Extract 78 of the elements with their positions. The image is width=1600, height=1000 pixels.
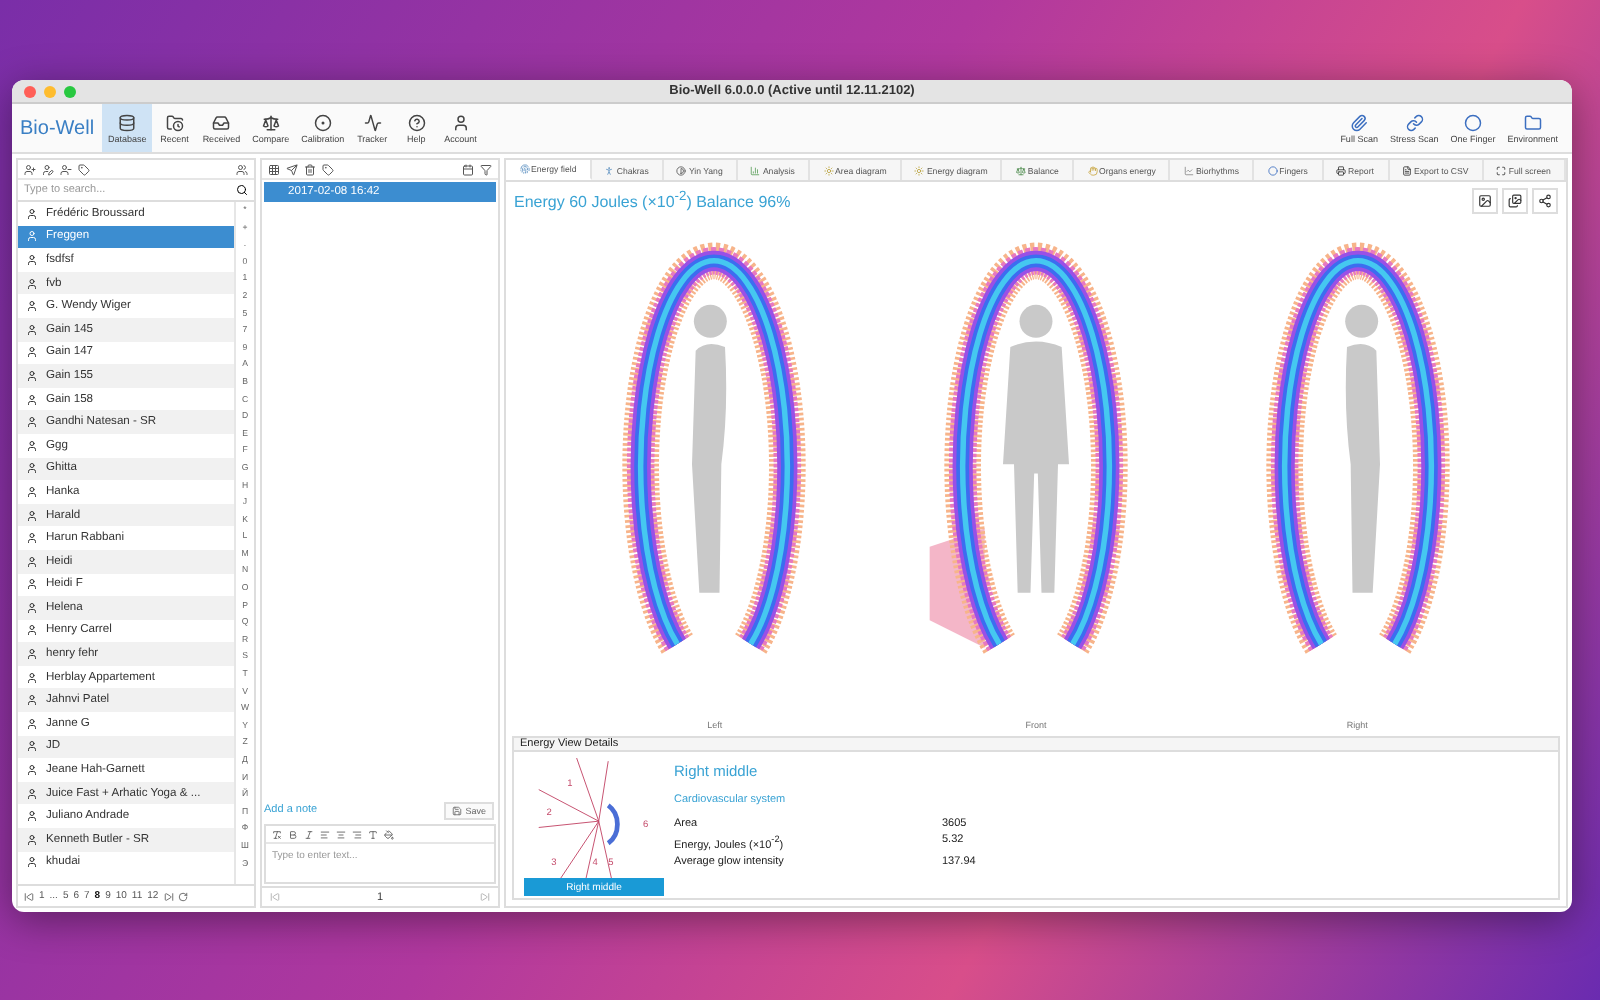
image-button[interactable] [1472,187,1498,213]
person-icon [26,810,38,823]
person-icon [26,787,38,800]
analysis-icon [750,165,761,175]
recent-icon [165,113,184,131]
person-icon [26,555,38,568]
search-icon [236,184,248,196]
person-icon [26,207,38,220]
last-page-icon[interactable] [163,891,174,901]
grid-icon[interactable] [268,163,280,175]
person-icon [26,624,38,637]
person-icon [26,671,38,684]
ring-icon [1267,165,1278,175]
share-icon [1538,193,1552,207]
calendar-icon[interactable] [462,163,474,175]
folder-icon [1523,113,1542,131]
filter-icon[interactable] [480,163,492,175]
floppy-icon [451,805,462,815]
refresh-icon[interactable] [178,891,189,901]
sun-icon [823,165,834,175]
print-icon [1336,165,1347,175]
tag-icon[interactable] [78,163,90,175]
tag-icon[interactable] [322,163,334,175]
images-button[interactable] [1502,187,1528,213]
person-icon [26,346,38,359]
send-icon[interactable] [286,163,298,175]
remove-user-icon[interactable] [60,163,72,175]
person-icon [26,439,38,452]
person-icon [26,601,38,614]
person-icon [26,764,38,777]
person-icon [26,416,38,429]
person-icon [26,369,38,382]
clear-format-icon[interactable] [272,829,282,839]
person-icon [26,856,38,869]
balance-icon [1015,165,1026,175]
logo: Bio-Well [20,117,95,139]
person-icon [26,277,38,290]
person-icon [26,230,38,243]
sun-icon [914,165,925,175]
person-icon [26,393,38,406]
database-icon [118,113,137,131]
person-icon [26,509,38,522]
share-button[interactable] [1532,187,1558,213]
image-icon [1478,193,1492,207]
fill-color-icon[interactable] [384,829,394,839]
hand-icon [1087,165,1097,175]
trash-icon[interactable] [304,163,316,175]
energy-heading: Energy 60 Joules (×10$^{-2}$) Balance 96% [514,189,791,211]
chakras-icon [604,165,615,175]
person-icon [26,462,38,475]
circle-icon [1463,113,1482,131]
person-icon [26,253,38,266]
person-icon [26,300,38,313]
person-icon [26,532,38,545]
first-page-icon[interactable] [24,891,34,901]
chart-icon [1184,165,1195,175]
person-icon [26,648,38,661]
users-icon[interactable] [236,163,248,175]
person-icon [26,323,38,336]
help-icon [407,113,426,131]
person-icon [26,485,38,498]
clip-icon [1350,113,1369,131]
bold-icon[interactable] [288,829,298,839]
text-color-icon[interactable] [368,829,378,839]
italic-icon[interactable] [304,829,314,839]
person-icon [26,694,38,707]
add-user-icon[interactable] [24,163,36,175]
person-icon [26,740,38,753]
yinyang-icon [676,165,687,175]
person-icon [26,578,38,591]
person-icon [26,717,38,730]
link-icon [1405,113,1424,131]
person-icon [26,833,38,846]
edit-user-icon[interactable] [42,163,54,175]
account-icon [451,113,470,131]
images-icon [1508,193,1522,207]
file-icon [1402,165,1413,175]
compare-icon [261,113,280,131]
